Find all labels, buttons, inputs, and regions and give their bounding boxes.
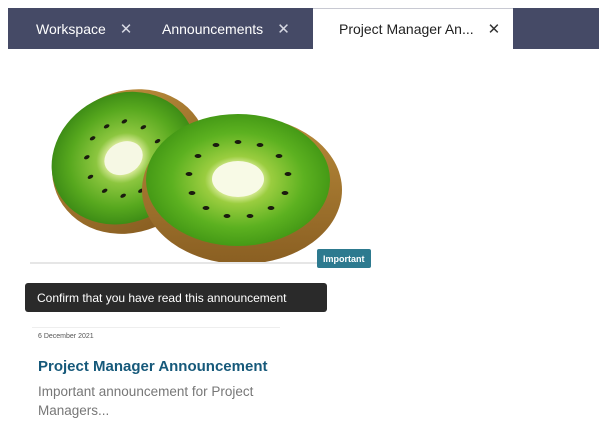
tab-workspace[interactable]: Workspace ✕ [8,8,138,49]
tab-label: Workspace [36,20,106,37]
announcement-title[interactable]: Project Manager Announcement [38,358,267,375]
divider [32,327,280,328]
kiwi-image [51,89,342,262]
close-icon[interactable]: ✕ [488,20,501,38]
tab-project-manager-announcement[interactable]: Project Manager An... ✕ [313,8,513,49]
tab-announcements[interactable]: Announcements ✕ [138,8,313,49]
close-icon[interactable]: ✕ [277,20,290,38]
tab-bar: Workspace ✕ Announcements ✕ Project Mana… [8,8,599,49]
close-icon[interactable]: ✕ [120,20,133,38]
announcement-image[interactable] [30,62,358,264]
tab-label: Announcements [162,20,264,37]
announcement-description: Important announcement for Project Manag… [38,384,254,418]
announcement-date: 6 December 2021 [38,333,94,340]
confirm-read-tooltip: Confirm that you have read this announce… [25,283,327,312]
tab-label: Project Manager An... [339,21,474,37]
important-badge: Important [317,249,371,268]
